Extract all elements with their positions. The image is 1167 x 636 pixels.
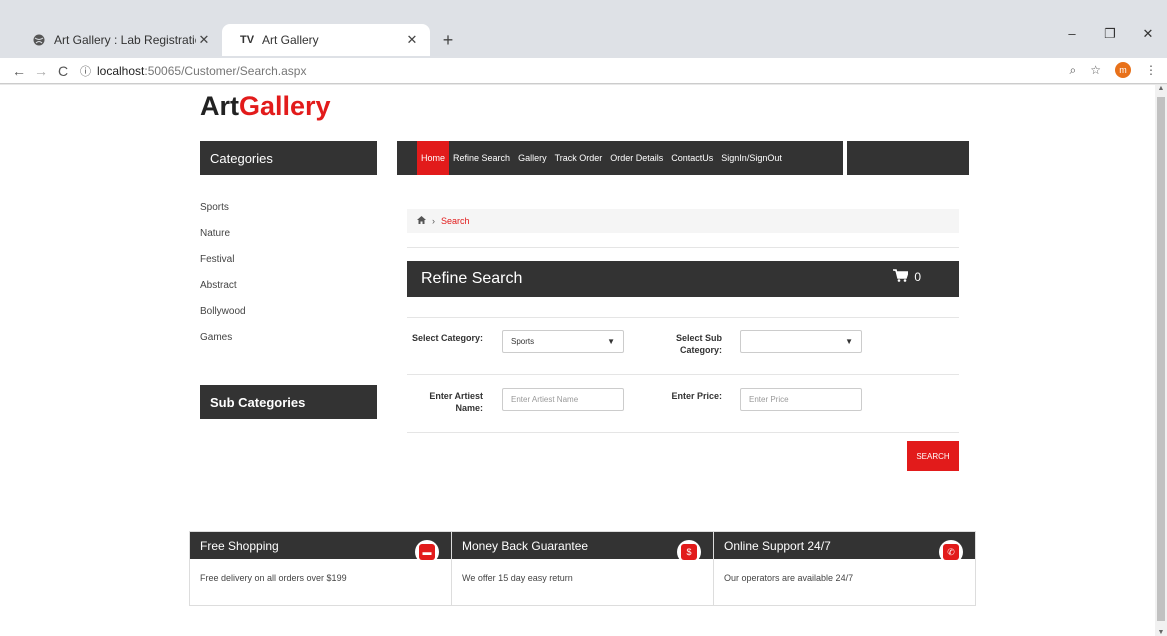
price-label: Enter Price: [671, 391, 722, 401]
category-item-games[interactable]: Games [200, 333, 246, 359]
url-host: localhost [97, 63, 145, 78]
select-category-label: Select Category: [411, 333, 483, 343]
globe-icon [32, 33, 46, 47]
feature-title: Free Shopping [190, 532, 451, 559]
tab-title: Art Gallery : Lab Registration [54, 33, 196, 47]
info-icon[interactable]: ⓘ [80, 63, 91, 79]
categories-heading: Categories [200, 141, 377, 175]
page-viewport: ArtGallery Categories Sports Nature Fest… [0, 85, 1155, 636]
tab-title: Art Gallery [262, 33, 319, 47]
category-item-sports[interactable]: Sports [200, 203, 246, 229]
feature-desc: Free delivery on all orders over $199 [200, 573, 347, 583]
divider [407, 317, 959, 318]
logo-text-art: Art [200, 91, 239, 121]
nav-order-details[interactable]: Order Details [606, 141, 667, 175]
chevron-right-icon: › [432, 216, 435, 226]
nav-contact-us[interactable]: ContactUs [667, 141, 717, 175]
browser-tab-art-gallery[interactable]: TV Art Gallery ✕ [222, 24, 430, 56]
nav-extra-block [847, 141, 969, 175]
main-nav: Home Refine Search Gallery Track Order O… [397, 141, 843, 175]
category-item-festival[interactable]: Festival [200, 255, 246, 281]
truck-icon: ▬ [415, 540, 439, 564]
logo-text-gallery: Gallery [239, 91, 331, 121]
close-icon[interactable]: ✕ [196, 32, 212, 48]
nav-gallery[interactable]: Gallery [514, 141, 551, 175]
new-tab-plus-icon[interactable]: + [436, 24, 460, 56]
feature-title: Money Back Guarantee [452, 532, 713, 559]
category-select-value: Sports [511, 337, 535, 346]
forward-arrow-icon[interactable]: → [30, 63, 52, 79]
nav-signin-signout[interactable]: SignIn/SignOut [717, 141, 786, 175]
subcategories-heading: Sub Categories [200, 385, 377, 419]
category-list: Sports Nature Festival Abstract Bollywoo… [200, 203, 246, 359]
site-logo[interactable]: ArtGallery [200, 91, 331, 122]
features-strip: Free Shopping ▬ Free delivery on all ord… [189, 531, 976, 606]
more-menu-icon[interactable]: ⋮ [1145, 63, 1157, 77]
minimize-icon[interactable]: – [1053, 26, 1091, 42]
price-input[interactable]: Enter Price [740, 388, 862, 411]
scrollbar-thumb[interactable] [1157, 97, 1165, 621]
back-arrow-icon[interactable]: ← [8, 63, 30, 79]
star-icon[interactable]: ☆ [1090, 63, 1101, 77]
artist-name-label: Enter Artiest Name: [429, 391, 483, 413]
breadcrumb-current[interactable]: Search [441, 216, 470, 226]
scroll-up-arrow-icon[interactable]: ▲ [1155, 85, 1167, 92]
breadcrumb: › Search [407, 209, 959, 233]
zoom-icon[interactable]: ⌕ [1070, 63, 1077, 78]
profile-avatar[interactable]: m [1115, 62, 1131, 78]
home-icon[interactable] [417, 216, 426, 226]
browser-tab-bar: Art Gallery : Lab Registration ✕ TV Art … [0, 0, 1167, 58]
restore-icon[interactable]: ❐ [1091, 26, 1129, 42]
chevron-down-icon: ▼ [845, 337, 853, 346]
cart[interactable]: 0 [893, 269, 921, 285]
vertical-scrollbar[interactable]: ▲ ▼ [1155, 85, 1167, 636]
feature-money-back: Money Back Guarantee $ We offer 15 day e… [452, 532, 714, 605]
nav-refine-search[interactable]: Refine Search [449, 141, 514, 175]
browser-actions: ⌕ ☆ m ⋮ [1070, 62, 1157, 78]
window-controls: – ❐ ✕ [1053, 26, 1167, 42]
cart-icon [893, 269, 910, 285]
refine-search-header: Refine Search 0 [407, 261, 959, 297]
feature-free-shopping: Free Shopping ▬ Free delivery on all ord… [190, 532, 452, 605]
feature-desc: Our operators are available 24/7 [724, 573, 854, 583]
divider [407, 247, 959, 248]
select-subcategory-label: Select Sub Category: [675, 333, 722, 355]
category-select[interactable]: Sports ▼ [502, 330, 624, 353]
category-item-nature[interactable]: Nature [200, 229, 246, 255]
category-item-abstract[interactable]: Abstract [200, 281, 246, 307]
artist-name-input[interactable]: Enter Artiest Name [502, 388, 624, 411]
search-button[interactable]: SEARCH [907, 441, 959, 471]
chevron-down-icon: ▼ [607, 337, 615, 346]
nav-home[interactable]: Home [417, 141, 450, 175]
feature-title: Online Support 24/7 [714, 532, 975, 559]
divider [407, 432, 959, 433]
url-field[interactable]: ⓘ localhost:50065/Customer/Search.aspx [80, 63, 306, 79]
close-window-icon[interactable]: ✕ [1129, 26, 1167, 42]
scroll-down-arrow-icon[interactable]: ▼ [1155, 629, 1167, 636]
category-item-bollywood[interactable]: Bollywood [200, 307, 246, 333]
divider [407, 374, 959, 375]
nav-track-order[interactable]: Track Order [551, 141, 607, 175]
reload-icon[interactable]: C [52, 63, 74, 79]
money-icon: $ [677, 540, 701, 564]
tv-favicon-icon: TV [239, 34, 255, 46]
subcategory-select[interactable]: ▼ [740, 330, 862, 353]
cart-count: 0 [914, 270, 921, 284]
feature-online-support: Online Support 24/7 ✆ Our operators are … [714, 532, 975, 605]
address-bar: ← → C ⓘ localhost:50065/Customer/Search.… [0, 58, 1167, 84]
refine-search-title: Refine Search [421, 270, 523, 287]
tab-strip: Art Gallery : Lab Registration ✕ TV Art … [14, 24, 460, 58]
url-path: :50065/Customer/Search.aspx [144, 63, 307, 78]
phone-icon: ✆ [939, 540, 963, 564]
close-icon[interactable]: ✕ [404, 32, 420, 48]
feature-desc: We offer 15 day easy return [462, 573, 573, 583]
browser-tab-lab-registration[interactable]: Art Gallery : Lab Registration ✕ [14, 24, 222, 56]
